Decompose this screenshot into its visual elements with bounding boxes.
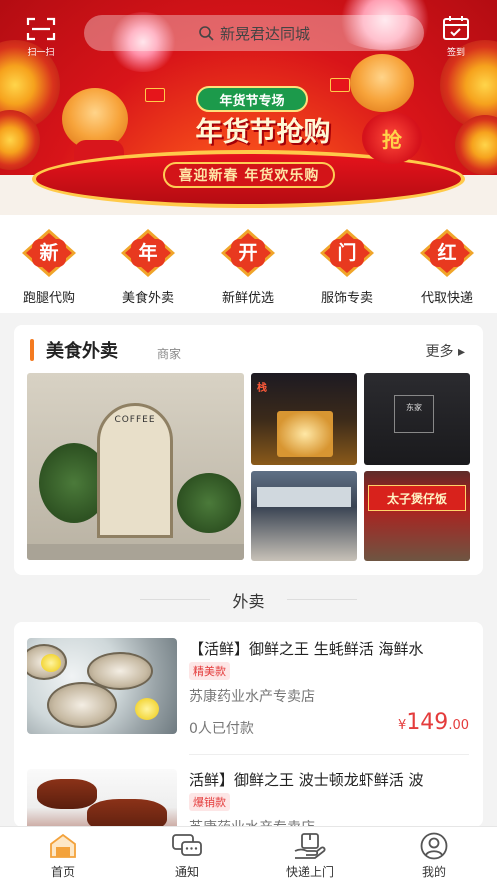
merchant-photo-coffee[interactable]: COFFEE xyxy=(27,373,244,560)
product-thumbnail xyxy=(27,638,177,734)
category-fresh[interactable]: 开 新鲜优选 xyxy=(208,227,288,306)
promo-banner[interactable]: 年货节专场 年货节抢购 抢 喜迎新春 年货欢乐购 扫一扫 新晃君达同城 签到 xyxy=(0,0,497,215)
shop-sign: 太子煲仔饭 xyxy=(368,485,466,511)
scan-icon xyxy=(26,17,56,41)
product-name: 【活鲜】御鲜之王 生蚝鲜活 海鲜水 xyxy=(189,640,424,658)
product-name: 活鲜】御鲜之王 波士顿龙虾鲜活 波 xyxy=(189,771,424,789)
category-row: 新 跑腿代购 年 美食外卖 开 新鲜优选 门 服饰专卖 红 代取快递 xyxy=(0,215,497,313)
banner-headline: 年货节抢购 xyxy=(195,117,331,148)
merchant-photo-hotel[interactable]: 栈 xyxy=(251,373,357,465)
banner-slogan: 喜迎新春 年货欢乐购 xyxy=(163,162,335,188)
tiger-mascot xyxy=(350,54,414,112)
category-label: 代取快递 xyxy=(420,291,473,306)
signin-label: 签到 xyxy=(446,48,465,58)
lantern-icon: 抢 xyxy=(362,112,422,164)
scan-button[interactable]: 扫一扫 xyxy=(24,16,58,58)
nav-delivery[interactable]: 快递上门 xyxy=(265,831,355,880)
category-badge: 开 xyxy=(219,227,277,279)
shop-sign: 栈 xyxy=(257,383,267,394)
category-badge: 门 xyxy=(318,227,376,279)
nav-label: 首页 xyxy=(50,865,75,879)
takeout-title: 外卖 xyxy=(232,592,265,611)
product-tag: 爆销款 xyxy=(189,793,230,811)
red-envelope-decoration xyxy=(145,88,165,102)
nav-label: 快递上门 xyxy=(285,865,334,879)
category-label: 新鲜优选 xyxy=(221,291,274,306)
merchant-photo-claypot[interactable]: 太子煲仔饭 xyxy=(364,471,470,561)
category-label: 服饰专卖 xyxy=(320,291,373,306)
nav-label: 通知 xyxy=(174,865,199,879)
product-tag: 精美款 xyxy=(189,662,230,680)
user-icon xyxy=(420,832,448,860)
product-shop: 苏康药业水产专卖店 xyxy=(189,689,315,705)
section-title: 美食外卖 xyxy=(46,341,118,362)
shop-sign: 东家 xyxy=(394,395,434,433)
product-card-oyster[interactable]: 【活鲜】御鲜之王 生蚝鲜活 海鲜水 精美款 苏康药业水产专卖店 0人已付款 ¥1… xyxy=(14,622,483,754)
divider-line xyxy=(287,599,357,600)
nav-profile[interactable]: 我的 xyxy=(389,831,479,880)
chat-icon xyxy=(172,834,202,856)
search-bar[interactable]: 新晃君达同城 xyxy=(84,15,424,51)
takeout-section-header: 外卖 xyxy=(0,588,497,612)
delivery-icon xyxy=(294,833,326,859)
bottom-nav: 首页 通知 快递上门 我的 xyxy=(0,826,497,883)
category-errand[interactable]: 新 跑腿代购 xyxy=(9,227,89,306)
product-card-lobster[interactable]: 活鲜】御鲜之王 波士顿龙虾鲜活 波 爆销款 苏康药业水产专卖店 xyxy=(14,755,483,827)
red-envelope-decoration xyxy=(330,78,350,92)
merchant-photo-storefront[interactable] xyxy=(251,471,357,561)
category-food-delivery[interactable]: 年 美食外卖 xyxy=(108,227,188,306)
home-icon xyxy=(50,833,76,858)
plant-image xyxy=(177,473,241,533)
flower-decoration xyxy=(455,115,497,175)
more-link[interactable]: 更多 ▸ xyxy=(426,341,465,361)
merchant-photo-dongjia[interactable]: 东家 xyxy=(364,373,470,465)
signin-button[interactable]: 签到 xyxy=(437,14,475,58)
search-icon xyxy=(199,26,214,41)
product-thumbnail xyxy=(27,769,177,827)
storefront-sign-image xyxy=(257,487,351,507)
banner-pill: 年货节专场 xyxy=(196,86,308,112)
product-price: ¥149.00 xyxy=(398,710,469,735)
coffee-sign: COFFEE xyxy=(114,415,156,425)
nav-home[interactable]: 首页 xyxy=(18,831,108,880)
category-label: 跑腿代购 xyxy=(22,291,75,306)
category-label: 美食外卖 xyxy=(121,291,174,306)
category-apparel[interactable]: 门 服饰专卖 xyxy=(307,227,387,306)
nav-notifications[interactable]: 通知 xyxy=(142,831,232,880)
scan-label: 扫一扫 xyxy=(27,48,55,58)
section-subtitle: 商家 xyxy=(157,347,182,361)
category-badge: 红 xyxy=(418,227,476,279)
category-parcel-pickup[interactable]: 红 代取快递 xyxy=(407,227,487,306)
shop-entrance-image xyxy=(277,411,333,457)
search-placeholder: 新晃君达同城 xyxy=(219,24,310,43)
food-delivery-card: 美食外卖 商家 更多 ▸ COFFEE 栈 东家 太子煲仔饭 xyxy=(14,325,483,575)
category-badge: 新 xyxy=(20,227,78,279)
divider-line xyxy=(140,599,210,600)
product-list: 【活鲜】御鲜之王 生蚝鲜活 海鲜水 精美款 苏康药业水产专卖店 0人已付款 ¥1… xyxy=(14,622,483,827)
nav-label: 我的 xyxy=(421,865,446,879)
section-accent-bar xyxy=(30,339,34,361)
product-sold-count: 0人已付款 xyxy=(189,721,254,737)
calendar-check-icon xyxy=(443,16,469,40)
street-image xyxy=(27,544,244,560)
category-badge: 年 xyxy=(119,227,177,279)
